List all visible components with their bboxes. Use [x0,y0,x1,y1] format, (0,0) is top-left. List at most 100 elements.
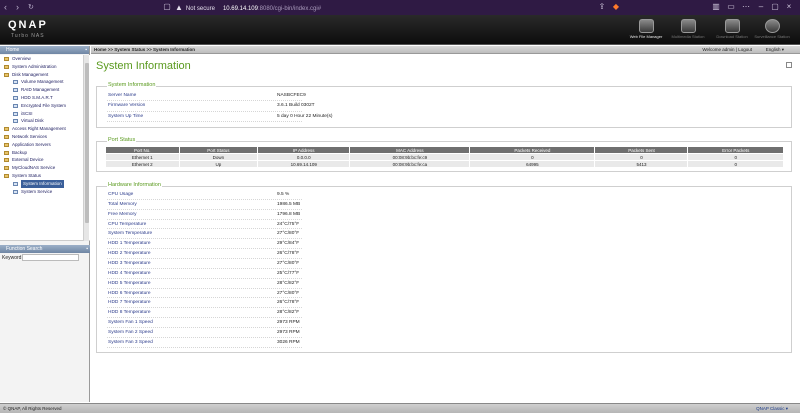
sidebar-item-label: Encrypted File System [21,102,67,108]
sidebar-item-hdd-s-m-a-r-t[interactable]: HDD S.M.A.R.T [0,94,90,102]
sidebar-item-mycloudnas-service[interactable]: MyCloudNAS Service [0,164,90,172]
web-file-manager-button[interactable]: Web File Manager [626,19,666,44]
folder-icon [4,173,9,178]
back-button[interactable]: ‹ [4,1,7,14]
warning-icon: ▲ [175,3,183,12]
sidebar-toggle-icon[interactable]: ▥ [711,2,721,12]
sidebar-item-system-service[interactable]: System Service [0,188,90,196]
brave-shield-icon[interactable]: ◆ [611,2,621,12]
camera-icon [764,19,780,33]
collapse-icon[interactable]: ▪ [86,245,88,253]
total-memory-label: Total Memory [108,201,137,207]
download-station-button[interactable]: Download Station [712,19,752,44]
page-icon [13,80,18,85]
close-window-icon[interactable]: × [784,2,794,12]
sidebar-item-external-device[interactable]: External Device [0,156,90,164]
reload-button[interactable]: ↻ [28,1,34,14]
welcome-logout-link[interactable]: Welcome admin | Logout [702,46,752,54]
row-divider [107,238,302,240]
folder-icon [4,150,9,155]
maximize-icon[interactable]: ▢ [770,2,780,12]
sidebar-item-label: Volume Management [21,79,64,85]
wallet-icon[interactable]: ▭ [726,2,736,12]
sidebar-item-label: HDD S.M.A.R.T [21,94,53,100]
folder-icon [4,166,9,171]
share-icon[interactable]: ⇪ [597,2,607,12]
page-icon [13,181,18,186]
sidebar-header: Home ▪ [0,46,89,54]
sidebar-item-network-services[interactable]: Network Services [0,133,90,141]
sidebar-item-label: Backup [12,149,28,155]
collapse-icon[interactable]: ▪ [85,46,87,54]
table-cell: Down [178,153,259,161]
folder-icon [4,72,9,77]
sidebar-item-system-information[interactable]: System Information [0,179,90,188]
page-icon [13,119,18,124]
hdd-3-temperature-label: HDD 3 Temperature [108,260,151,266]
folder-icon [4,127,9,132]
download-icon [724,19,740,33]
sidebar-item-system-administration[interactable]: System Administration [0,63,90,71]
firmware-version-label: Firmware Version [108,103,146,109]
table-cell: 00:08:9b:bc:fe:c9 [349,153,471,161]
extensions-icon[interactable]: ⋯ [741,2,751,12]
row-divider [107,336,302,338]
cpu-temperature-label: CPU Temperature [108,221,147,227]
column-header-mac-address: MAC Address [349,146,471,154]
surveillance-station-button[interactable]: Surveillance Station [752,19,792,44]
hdd-5-temperature-label: HDD 5 Temperature [108,280,151,286]
sidebar-item-label: Overview [12,56,31,61]
hdd-3-temperature-value: 27°C/80°F [277,260,300,266]
file-manager-icon [638,19,654,33]
sidebar-item-iscsi[interactable]: iSCSI [0,110,90,118]
tree-scrollbar[interactable] [83,55,89,241]
sidebar-item-encrypted-file-system[interactable]: Encrypted File System [0,102,90,110]
navigation-tree: Overview System Administration Disk Manage… [0,55,90,241]
table-cell: 5413 [594,160,689,168]
keyword-label: Keyword [2,255,22,261]
keyword-input[interactable] [22,254,79,261]
table-cell: Ethernet 1 [105,153,180,161]
sidebar-item-disk-management[interactable]: Disk Management [0,71,90,79]
sidebar-item-application-servers[interactable]: Application Servers [0,141,90,149]
page-icon [13,88,18,93]
row-divider [107,277,302,279]
sidebar-item-access-right-management[interactable]: Access Right Management [0,125,90,133]
sidebar-item-overview[interactable]: Overview [0,55,90,63]
cpu-temperature-value: 24°C/75°F [277,221,300,227]
close-panel-button[interactable] [786,62,792,68]
system-temperature-label: System Temperature [108,231,153,237]
sidebar-item-volume-management[interactable]: Volume Management [0,78,90,86]
sidebar-item-label: System Information [21,179,64,188]
address-bar[interactable]: ▲ Not secure 10.69.14.109:8080/cgi-bin/ind… [175,1,321,14]
scrollbar-thumb[interactable] [85,63,89,223]
language-select[interactable]: English ▾ [766,46,784,54]
hdd-4-temperature-label: HDD 4 Temperature [108,270,151,276]
row-divider [107,218,302,220]
system-up-time-label: System Up Time [108,113,144,119]
free-memory-value: 1796.8 MB [277,211,301,217]
breadcrumb: Home >> System Status >> System Informat… [94,47,196,52]
sidebar-item-label: System Status [12,172,42,178]
bookmark-icon[interactable]: ▢ [162,2,172,12]
footer: © QNAP, All Rights Reserved QNAP Classic… [0,403,800,413]
hdd-2-temperature-value: 26°C/78°F [277,251,300,257]
hdd-7-temperature-value: 26°C/78°F [277,300,300,306]
table-cell: 10.69.14.109 [257,160,351,168]
table-cell: Up [178,160,259,168]
qnap-classic-select[interactable]: QNAP Classic ▾ [756,404,788,413]
minimize-icon[interactable]: – [756,2,766,12]
cpu-usage-value: 9.5 % [277,192,290,197]
forward-button[interactable]: › [16,1,19,14]
sidebar-item-raid-management[interactable]: RAID Management [0,86,90,94]
column-header-port-status: Port Status [178,146,259,154]
table-row: Ethernet 2 Up 10.69.14.109 00:08:9b:bc:fe:c… [105,160,784,168]
row-divider [107,248,302,250]
hdd-4-temperature-value: 25°C/77°F [277,270,300,276]
sidebar-item-virtual-disk[interactable]: Virtual Disk [0,117,90,125]
sidebar-item-system-status[interactable]: System Status [0,172,90,180]
sidebar-item-backup[interactable]: Backup [0,149,90,157]
hdd-2-temperature-label: HDD 2 Temperature [108,251,151,257]
multimedia-station-button[interactable]: Multimedia Station [668,19,708,44]
column-header-packets-received: Packets Received [469,146,596,154]
